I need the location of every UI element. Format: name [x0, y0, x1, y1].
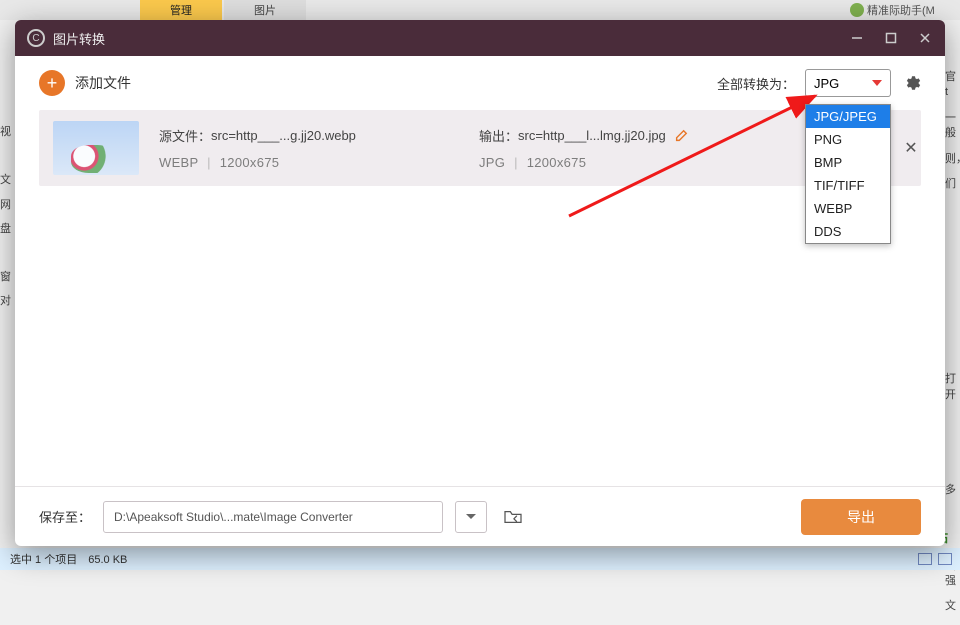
convert-all-label: 全部转换为：	[717, 74, 795, 93]
dropdown-item-bmp[interactable]: BMP	[806, 151, 890, 174]
maximize-button[interactable]	[883, 30, 899, 46]
file-row[interactable]: 源文件： src=http___...g.jj20.webp WEBP | 12…	[39, 110, 921, 186]
save-path-field[interactable]: D:\Apeaksoft Studio\...mate\Image Conver…	[103, 501, 443, 533]
bg-helper-label: 精准际助手(M	[867, 2, 935, 18]
dropdown-item-png[interactable]: PNG	[806, 128, 890, 151]
gear-icon	[903, 74, 921, 92]
format-select-value: JPG	[814, 76, 839, 91]
folder-icon	[503, 509, 523, 525]
source-file-name: src=http___...g.jj20.webp	[211, 128, 356, 143]
dropdown-item-jpg[interactable]: JPG/JPEG	[806, 105, 890, 128]
app-window: C 图片转换 + 添加文件 全部转换为： JPG JPG/JPEG PNG BM…	[15, 20, 945, 546]
bg-view-icon	[938, 553, 952, 565]
background-tab-bar: 管理 图片	[0, 0, 960, 20]
format-dropdown[interactable]: JPG/JPEG PNG BMP TIF/TIFF WEBP DDS	[805, 104, 891, 244]
chevron-down-icon	[465, 512, 477, 522]
file-thumbnail	[53, 121, 139, 175]
toolbar: + 添加文件 全部转换为： JPG	[15, 56, 945, 110]
add-file-button[interactable]: + 添加文件	[39, 70, 131, 96]
add-file-label: 添加文件	[75, 73, 131, 93]
open-folder-button[interactable]	[499, 503, 527, 531]
plus-icon: +	[39, 70, 65, 96]
close-button[interactable]	[917, 30, 933, 46]
source-dimensions: 1200x675	[220, 155, 280, 170]
bg-tab-image: 图片	[224, 0, 306, 20]
output-file-label: 输出：	[479, 126, 518, 145]
bg-view-icon	[918, 553, 932, 565]
dropdown-item-dds[interactable]: DDS	[806, 220, 890, 243]
bg-top-right: 精准际助手(M	[850, 0, 960, 20]
bg-helper-icon	[850, 3, 864, 17]
settings-button[interactable]	[903, 74, 921, 92]
export-button[interactable]: 导出	[801, 499, 921, 535]
titlebar: C 图片转换	[15, 20, 945, 56]
source-format: WEBP	[159, 155, 198, 170]
bg-tab-manage: 管理	[140, 0, 222, 20]
footer: 保存至： D:\Apeaksoft Studio\...mate\Image C…	[15, 486, 945, 546]
output-dimensions: 1200x675	[527, 155, 587, 170]
save-to-label: 保存至：	[39, 507, 91, 526]
remove-file-button[interactable]: ✕	[901, 138, 921, 158]
dropdown-item-tif[interactable]: TIF/TIFF	[806, 174, 890, 197]
window-title: 图片转换	[53, 29, 849, 48]
export-button-label: 导出	[847, 507, 875, 527]
dropdown-item-webp[interactable]: WEBP	[806, 197, 890, 220]
minimize-button[interactable]	[849, 30, 865, 46]
output-format: JPG	[479, 155, 505, 170]
bg-status-bar: 选中 1 个项目 65.0 KB	[0, 548, 960, 570]
app-icon: C	[27, 29, 45, 47]
source-file-label: 源文件：	[159, 126, 211, 145]
chevron-down-icon	[872, 80, 882, 86]
output-file-name: src=http___l...lmg.jj20.jpg	[518, 128, 666, 143]
edit-output-button[interactable]	[674, 129, 688, 143]
save-path-value: D:\Apeaksoft Studio\...mate\Image Conver…	[114, 510, 353, 524]
format-select[interactable]: JPG	[805, 69, 891, 97]
path-dropdown-button[interactable]	[455, 501, 487, 533]
bg-status-text: 选中 1 个项目 65.0 KB	[10, 551, 127, 567]
bg-left-strip: 视 文 网盘 窗 对	[0, 120, 15, 314]
